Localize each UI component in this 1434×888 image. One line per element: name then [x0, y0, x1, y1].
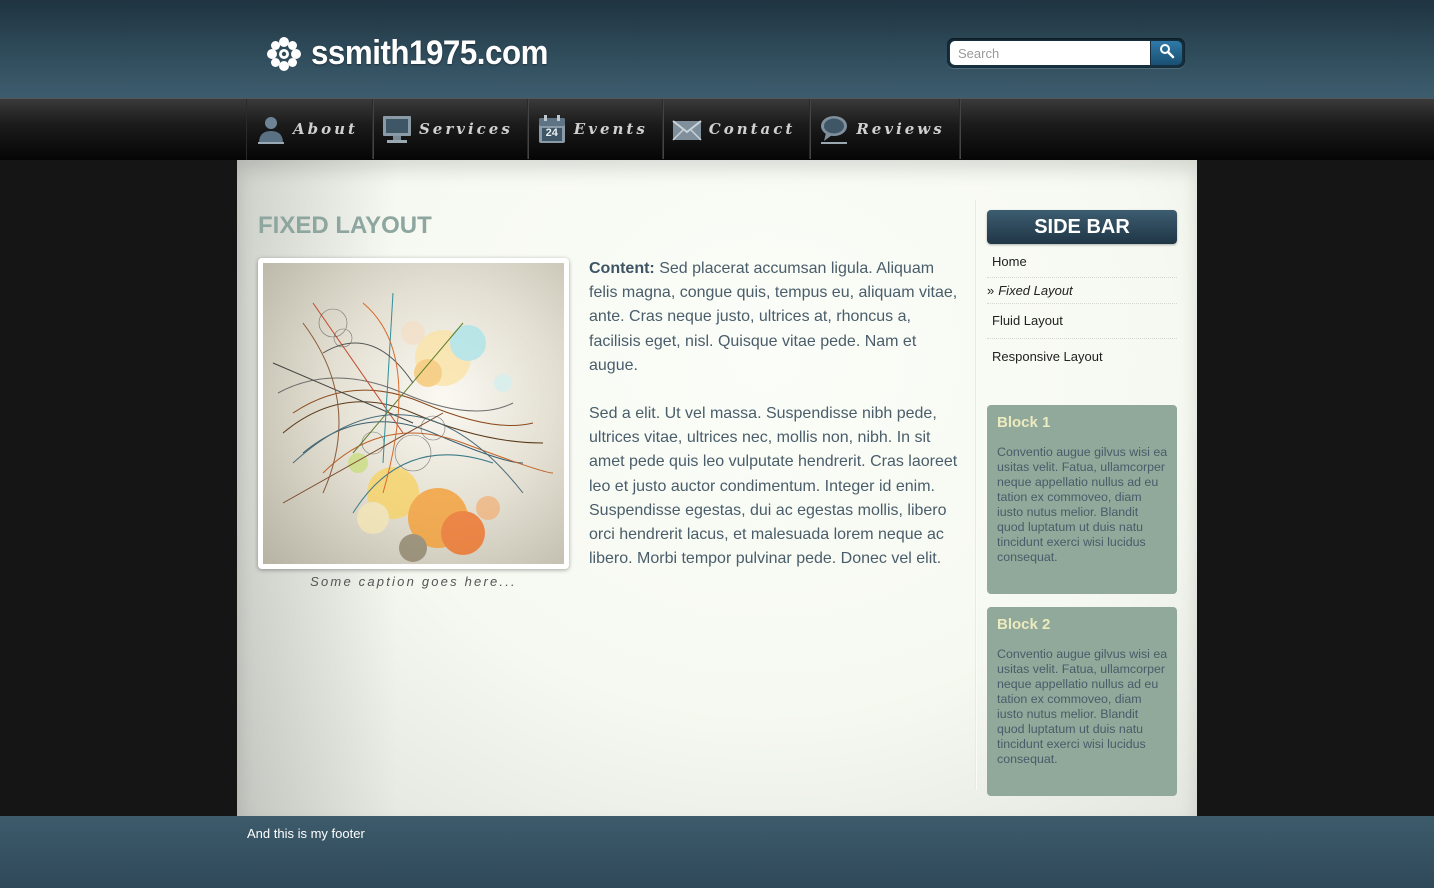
- sidebar-block-1: Block 1 Conventio augue gilvus wisi ea u…: [987, 405, 1177, 594]
- nav-item-events[interactable]: 24 Events: [528, 99, 663, 159]
- sidebar-item-fixed-layout[interactable]: » Fixed Layout: [987, 278, 1177, 304]
- page-title: FIXED LAYOUT: [258, 212, 432, 239]
- main-nav: About Services 24 Events Contact Reviews: [0, 98, 1434, 161]
- site-logo[interactable]: ssmith1975.com: [266, 34, 569, 73]
- search-icon: [1159, 43, 1175, 64]
- calendar-date: 24: [545, 127, 558, 139]
- envelope-icon: [671, 113, 703, 145]
- content-lead: Content:: [589, 260, 655, 277]
- nav-item-about[interactable]: About: [247, 99, 373, 159]
- active-marker: »: [987, 283, 995, 298]
- abstract-artwork: [263, 263, 564, 564]
- nav-label: Events: [573, 120, 648, 138]
- block-text: Conventio augue gilvus wisi ea usitas ve…: [997, 445, 1168, 564]
- featured-image: [258, 258, 569, 569]
- sidebar-item-fluid-layout[interactable]: Fluid Layout: [987, 304, 1177, 339]
- user-icon: [255, 113, 287, 145]
- site-name: ssmith1975.com: [311, 34, 548, 72]
- paragraph-2: Sed a elit. Ut vel massa. Suspendisse ni…: [589, 405, 958, 568]
- paragraph-1: Content: Sed placerat accumsan ligula. A…: [589, 257, 961, 378]
- speech-bubble-icon: [818, 113, 850, 145]
- nav-label: About: [293, 120, 358, 138]
- block-title: Block 1: [997, 414, 1051, 431]
- flower-icon: [266, 36, 302, 72]
- sidebar-item-label: Fluid Layout: [992, 313, 1063, 328]
- site-header: ssmith1975.com: [0, 0, 1434, 98]
- article-body: Content: Sed placerat accumsan ligula. A…: [589, 257, 961, 595]
- search-box: [947, 38, 1185, 68]
- nav-label: Reviews: [856, 120, 945, 138]
- sidebar-item-label: Fixed Layout: [998, 283, 1073, 298]
- search-input[interactable]: [950, 41, 1150, 65]
- block-title: Block 2: [997, 616, 1051, 633]
- sidebar-item-responsive-layout[interactable]: Responsive Layout: [987, 339, 1177, 374]
- nav-item-services[interactable]: Services: [373, 99, 528, 159]
- column-divider: [975, 200, 977, 790]
- sidebar-item-label: Responsive Layout: [992, 349, 1103, 364]
- nav-label: Contact: [708, 120, 796, 138]
- nav-label: Services: [418, 120, 513, 138]
- footer-text: And this is my footer: [247, 826, 365, 841]
- main-content: FIXED LAYOUT Some caption goes here... C…: [237, 160, 1197, 816]
- sidebar-item-label: Home: [992, 254, 1027, 269]
- calendar-icon: 24: [536, 113, 568, 145]
- sidebar-item-home[interactable]: Home: [987, 248, 1177, 278]
- nav-item-reviews[interactable]: Reviews: [810, 99, 960, 159]
- search-button[interactable]: [1151, 41, 1182, 65]
- sidebar-block-2: Block 2 Conventio augue gilvus wisi ea u…: [987, 607, 1177, 796]
- nav-item-contact[interactable]: Contact: [663, 99, 811, 159]
- sidebar-title: SIDE BAR: [987, 210, 1177, 244]
- monitor-icon: [381, 113, 413, 145]
- sidebar-menu: Home » Fixed Layout Fluid Layout Responsi…: [987, 248, 1177, 374]
- image-caption: Some caption goes here...: [310, 574, 517, 589]
- block-text: Conventio augue gilvus wisi ea usitas ve…: [997, 647, 1168, 766]
- site-footer: And this is my footer: [0, 816, 1434, 888]
- paragraph-1-text: Sed placerat accumsan ligula. Aliquam fe…: [589, 260, 958, 374]
